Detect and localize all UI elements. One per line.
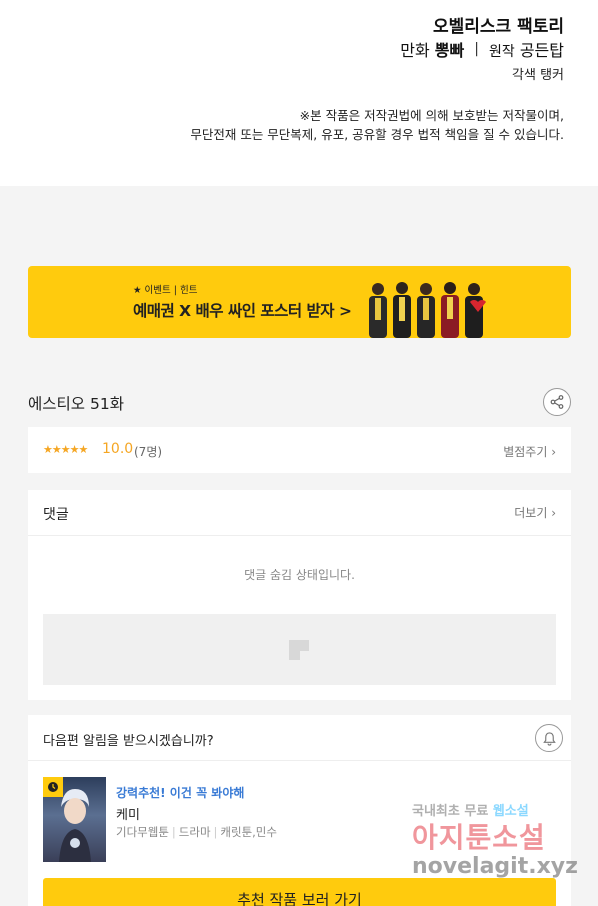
comments-title: 댓글	[43, 507, 69, 523]
notification-header: 다음편 알림을 받으시겠습니까?	[28, 715, 571, 761]
comments-card: 댓글 더보기 › 댓글 숨김 상태입니다.	[28, 490, 571, 700]
event-banner[interactable]: ★ 이벤트 | 힌트 예매권 X 배우 싸인 포스터 받자 >	[28, 266, 571, 338]
original-credit: 원작 공든탑	[488, 41, 564, 60]
comments-header: 댓글 더보기 ›	[28, 490, 571, 536]
ad-logo-icon	[289, 640, 309, 660]
recommendation-promo: 강력추천! 이건 꼭 봐야해	[116, 786, 245, 800]
episode-header: 에스티오 51화	[28, 386, 571, 418]
notification-card: 다음편 알림을 받으시겠습니까? 강력추천! 이건 꼭 봐야해 케미 기다무웹툰…	[28, 715, 571, 906]
bell-icon	[542, 731, 556, 746]
adaptation-credit: 각색 탱커	[512, 68, 564, 83]
notification-bell-button[interactable]	[535, 724, 563, 752]
artist-credit: 만화 뽕빠	[400, 41, 465, 60]
notification-question: 다음편 알림을 받으시겠습니까?	[43, 734, 214, 749]
credits-section: 오벨리스크 팩토리 만화 뽕빠 | 원작 공든탑 각색 탱커 ※본 작품은 저작…	[0, 0, 598, 186]
wait-free-badge	[43, 777, 63, 797]
person-figure	[369, 283, 387, 338]
banner-tag: ★ 이벤트 | 힌트	[133, 285, 198, 296]
recommendation-meta: 기다무웹툰 | 드라마 | 캐릿툰,민수	[116, 825, 277, 839]
recommendation-thumbnail[interactable]	[43, 777, 106, 862]
rating-count: (7명)	[134, 445, 163, 459]
credit-separator: |	[474, 41, 479, 57]
rate-button[interactable]: 별점주기 ›	[503, 443, 556, 460]
person-figure	[441, 282, 459, 338]
banner-people-image	[369, 282, 486, 338]
clock-icon	[48, 782, 58, 792]
ad-placeholder[interactable]	[43, 614, 556, 685]
view-recommendation-button[interactable]: 추천 작품 보러 가기	[43, 878, 556, 906]
episode-title: 에스티오 51화	[28, 395, 124, 413]
artist-line: 만화 뽕빠 | 원작 공든탑	[400, 37, 564, 61]
rating-card: ★★★★★ 10.0 (7명) 별점주기 ›	[28, 427, 571, 473]
share-button[interactable]	[543, 388, 571, 416]
person-figure	[417, 283, 435, 338]
copyright-notice: ※본 작품은 저작권법에 의해 보호받는 저작물이며, 무단전재 또는 무단복제…	[190, 108, 564, 142]
comments-more-link[interactable]: 더보기 ›	[514, 504, 556, 521]
recommendation-title[interactable]: 케미	[116, 804, 140, 823]
rating-stars: ★★★★★	[43, 443, 88, 456]
share-icon	[550, 395, 564, 409]
rating-score: 10.0	[102, 441, 134, 457]
banner-title: 예매권 X 배우 싸인 포스터 받자 >	[133, 302, 352, 320]
comments-hidden-message: 댓글 숨김 상태입니다.	[244, 568, 355, 582]
person-figure	[393, 282, 411, 338]
person-figure	[465, 283, 486, 338]
studio-name: 오벨리스크 팩토리	[432, 17, 564, 37]
